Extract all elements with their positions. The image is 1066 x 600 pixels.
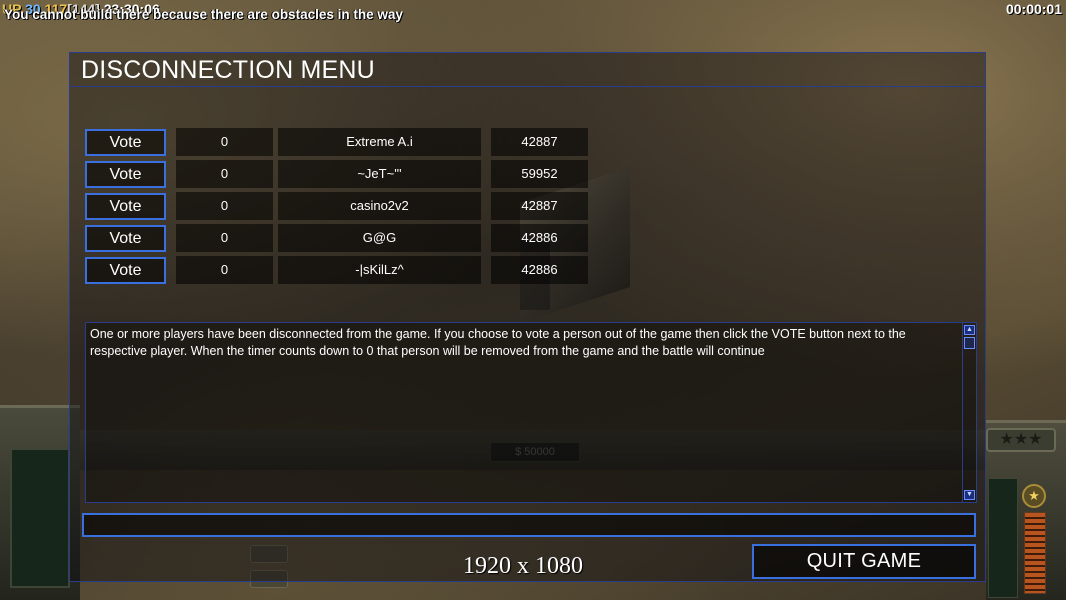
- player-row: Vote 0 -|sKilLz^ 42886: [85, 256, 590, 284]
- player-name: -|sKilLz^: [278, 256, 481, 284]
- player-row: Vote 0 G@G 42886: [85, 224, 590, 252]
- left-panel-screen: [10, 448, 70, 588]
- vote-button[interactable]: Vote: [85, 161, 166, 188]
- dialog-title: DISCONNECTION MENU: [70, 53, 985, 87]
- player-name: ~JeT~''': [278, 160, 481, 188]
- player-name: casino2v2: [278, 192, 481, 220]
- vote-button[interactable]: Vote: [85, 257, 166, 284]
- player-timer: 42887: [491, 128, 588, 156]
- chat-input[interactable]: [82, 513, 976, 537]
- player-row: Vote 0 Extreme A.i 42887: [85, 128, 590, 156]
- scroll-thumb[interactable]: [964, 337, 975, 349]
- vote-count: 0: [176, 160, 273, 188]
- quit-game-button[interactable]: QUIT GAME: [752, 544, 976, 579]
- info-text: One or more players have been disconnect…: [90, 327, 906, 358]
- player-timer: 42886: [491, 224, 588, 252]
- right-panel-screen: [988, 478, 1018, 598]
- disconnection-dialog: DISCONNECTION MENU Vote 0 Extreme A.i 42…: [69, 52, 986, 582]
- vote-button[interactable]: Vote: [85, 225, 166, 252]
- player-timer: 42887: [491, 192, 588, 220]
- power-meter: [1024, 512, 1046, 594]
- resolution-overlay: 1920 x 1080: [463, 553, 583, 579]
- left-control-panel: [0, 405, 80, 600]
- vote-button[interactable]: Vote: [85, 193, 166, 220]
- scroll-up-arrow-icon[interactable]: ▲: [964, 325, 975, 335]
- vote-count: 0: [176, 192, 273, 220]
- player-timer: 42886: [491, 256, 588, 284]
- vote-count: 0: [176, 224, 273, 252]
- info-text-box[interactable]: One or more players have been disconnect…: [85, 322, 977, 503]
- vote-count: 0: [176, 128, 273, 156]
- player-row: Vote 0 ~JeT~''' 59952: [85, 160, 590, 188]
- scroll-down-arrow-icon[interactable]: ▼: [964, 490, 975, 500]
- hud-timer: 00:00:01: [1005, 1, 1062, 17]
- vote-count: 0: [176, 256, 273, 284]
- rank-stars-icon: ★★★: [986, 428, 1056, 452]
- player-timer: 59952: [491, 160, 588, 188]
- player-name: Extreme A.i: [278, 128, 481, 156]
- vote-button[interactable]: Vote: [85, 129, 166, 156]
- info-scrollbar[interactable]: ▲ ▼: [962, 323, 976, 502]
- player-name: G@G: [278, 224, 481, 252]
- top-hud: UP 30 117[144] 23:30:06 You cannot build…: [0, 0, 1066, 24]
- rank-badge-icon: ★: [1022, 484, 1046, 508]
- hud-message: You cannot build there because there are…: [4, 7, 403, 22]
- player-row: Vote 0 casino2v2 42887: [85, 192, 590, 220]
